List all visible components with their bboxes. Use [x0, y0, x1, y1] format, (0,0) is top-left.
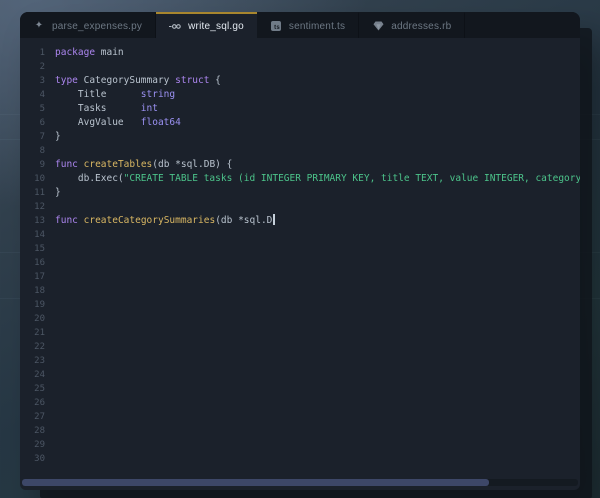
code-line[interactable]: 3 type CategorySummary struct { — [20, 74, 580, 88]
code-line[interactable]: 15 — [20, 242, 580, 256]
line-number: 4 — [39, 90, 45, 100]
line-number: 13 — [34, 216, 45, 226]
line-number: 6 — [39, 118, 45, 128]
code-text: type CategorySummary struct { — [55, 75, 221, 86]
horizontal-scrollbar-track[interactable] — [22, 479, 578, 486]
tab-parse-expenses-py[interactable]: ✦ parse_expenses.py — [20, 12, 157, 38]
line-number: 12 — [34, 202, 45, 212]
code-line[interactable]: 29 — [20, 438, 580, 452]
line-number: 14 — [34, 230, 45, 240]
line-number: 22 — [34, 342, 45, 352]
code-line[interactable]: 6 AvgValue float64 — [20, 116, 580, 130]
line-number: 29 — [34, 440, 45, 450]
line-number: 5 — [39, 104, 45, 114]
code-text: } — [55, 187, 61, 198]
line-number: 15 — [34, 244, 45, 254]
tab-label: addresses.rb — [391, 20, 452, 32]
line-number: 8 — [39, 146, 45, 156]
code-text: Title string — [55, 89, 176, 100]
line-number: 26 — [34, 398, 45, 408]
code-line[interactable]: 18 — [20, 284, 580, 298]
code-line[interactable]: 25 — [20, 382, 580, 396]
tab-label: write_sql.go — [188, 20, 244, 32]
horizontal-scrollbar-thumb[interactable] — [22, 479, 490, 486]
line-number: 11 — [34, 188, 45, 198]
code-line[interactable]: 1 package main — [20, 46, 580, 60]
tab-addresses-rb[interactable]: addresses.rb — [359, 12, 466, 38]
tab-label: parse_expenses.py — [52, 20, 143, 32]
line-number: 2 — [39, 62, 45, 72]
code-line[interactable]: 8 — [20, 144, 580, 158]
code-line[interactable]: 2 — [20, 60, 580, 74]
code-text: } — [55, 131, 61, 142]
code-line[interactable]: 27 — [20, 410, 580, 424]
code-line[interactable]: 23 — [20, 354, 580, 368]
code-line[interactable]: 26 — [20, 396, 580, 410]
line-number: 28 — [34, 426, 45, 436]
line-number: 18 — [34, 286, 45, 296]
code-line[interactable]: 14 — [20, 228, 580, 242]
code-line[interactable]: 19 — [20, 298, 580, 312]
code-lines: 1 package main 2 3 type CategorySummary stru… — [20, 46, 580, 466]
code-editor[interactable]: 1 package main 2 3 type CategorySummary stru… — [20, 38, 580, 490]
line-number: 10 — [34, 174, 45, 184]
tab-sentiment-ts[interactable]: ts sentiment.ts — [257, 12, 360, 38]
ruby-file-icon — [372, 21, 384, 31]
code-line[interactable]: 9 func createTables(db *sql.DB) { — [20, 158, 580, 172]
code-line[interactable]: 13 func createCategorySummaries(db *sql.D — [20, 214, 580, 228]
line-number: 20 — [34, 314, 45, 324]
tab-label: sentiment.ts — [288, 20, 346, 32]
code-line[interactable]: 22 — [20, 340, 580, 354]
code-text: func createTables(db *sql.DB) { — [55, 159, 233, 170]
line-number: 21 — [34, 328, 45, 338]
tab-bar: ✦ parse_expenses.py write_sql.go ts sent… — [20, 12, 580, 38]
tab-write-sql-go[interactable]: write_sql.go — [156, 12, 257, 38]
line-number: 17 — [34, 272, 45, 282]
code-line[interactable]: 17 — [20, 270, 580, 284]
code-text: func createCategorySummaries(db *sql.D — [45, 214, 276, 228]
code-text: AvgValue float64 — [55, 117, 181, 128]
line-number: 7 — [39, 132, 45, 142]
code-line[interactable]: 28 — [20, 424, 580, 438]
line-number: 23 — [34, 356, 45, 366]
code-line[interactable]: 5 Tasks int — [20, 102, 580, 116]
code-line[interactable]: 4 Title string — [20, 88, 580, 102]
line-number: 9 — [39, 160, 45, 170]
code-line[interactable]: 7} — [20, 130, 580, 144]
code-line[interactable]: 12 — [20, 200, 580, 214]
line-number: 3 — [39, 76, 45, 86]
code-line[interactable]: 16 — [20, 256, 580, 270]
code-line[interactable]: 20 — [20, 312, 580, 326]
code-line[interactable]: 24 — [20, 368, 580, 382]
code-text: db.Exec("CREATE TABLE tasks (id INTEGER … — [55, 173, 580, 184]
line-number: 16 — [34, 258, 45, 268]
typescript-file-icon: ts — [270, 21, 282, 31]
text-cursor — [273, 214, 276, 225]
code-text: package main — [55, 47, 124, 58]
code-line[interactable]: 10 db.Exec("CREATE TABLE tasks (id INTEG… — [20, 172, 580, 186]
code-editor-window: ✦ parse_expenses.py write_sql.go ts sent… — [20, 12, 580, 490]
line-number: 30 — [34, 454, 45, 464]
line-number: 25 — [34, 384, 45, 394]
python-file-icon: ✦ — [34, 20, 44, 31]
code-text: Tasks int — [55, 103, 158, 114]
code-line[interactable]: 21 — [20, 326, 580, 340]
line-number: 24 — [34, 370, 45, 380]
code-line[interactable]: 30 — [20, 452, 580, 466]
go-file-icon — [169, 22, 181, 31]
line-number: 1 — [39, 48, 45, 58]
code-line[interactable]: 11} — [20, 186, 580, 200]
line-number: 27 — [34, 412, 45, 422]
line-number: 19 — [34, 300, 45, 310]
